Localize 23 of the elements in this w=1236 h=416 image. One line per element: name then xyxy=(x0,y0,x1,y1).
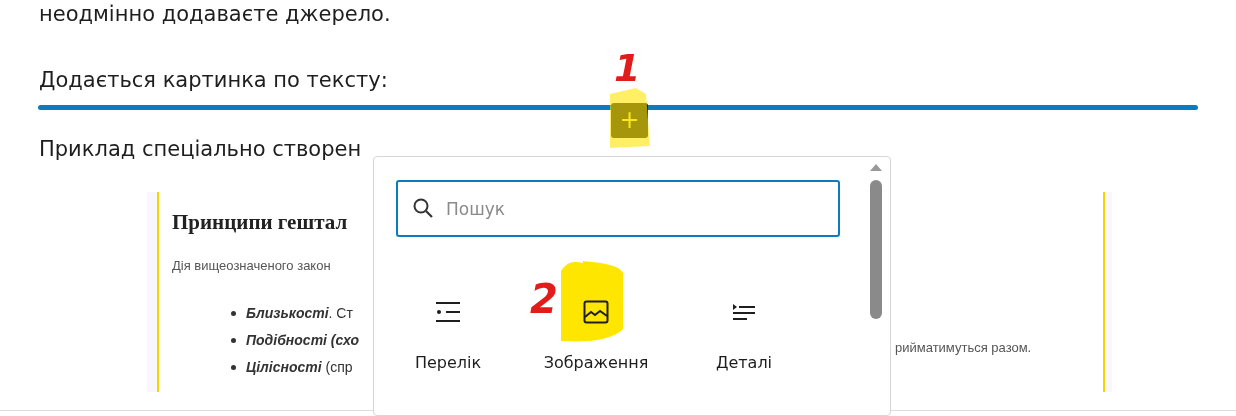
search-icon xyxy=(412,197,434,219)
document-text: рийматимуться разом. xyxy=(895,339,1032,357)
list-item: Подібності (схо xyxy=(246,330,360,350)
bullet-icon xyxy=(231,310,236,316)
block-option[interactable]: Деталі xyxy=(670,255,818,375)
paragraph: Додається картинка по тексту: xyxy=(39,67,388,94)
annotation-number: 1 xyxy=(614,46,641,90)
paragraph: Приклад спеціально створен xyxy=(39,136,362,163)
list-item: Цілісності (спр xyxy=(246,357,353,377)
details-icon xyxy=(732,303,756,321)
annotation-number: 2 xyxy=(530,275,558,323)
scroll-up-icon[interactable] xyxy=(869,162,883,172)
document-text: Дія вищеозначеного закон xyxy=(172,257,331,275)
block-option[interactable]: Перелік xyxy=(374,255,522,375)
paragraph: неодмінно додаваєте джерело. xyxy=(39,1,391,28)
document-heading: Принципи гештал xyxy=(172,209,348,236)
bullet-icon xyxy=(231,364,236,370)
search-field[interactable]: Пошук xyxy=(396,180,840,237)
image-icon xyxy=(583,300,609,324)
list-item: Близькості. Ст xyxy=(246,303,353,323)
list-icon xyxy=(435,301,461,323)
bullet-icon xyxy=(231,337,236,343)
scrollbar-thumb[interactable] xyxy=(870,180,882,319)
